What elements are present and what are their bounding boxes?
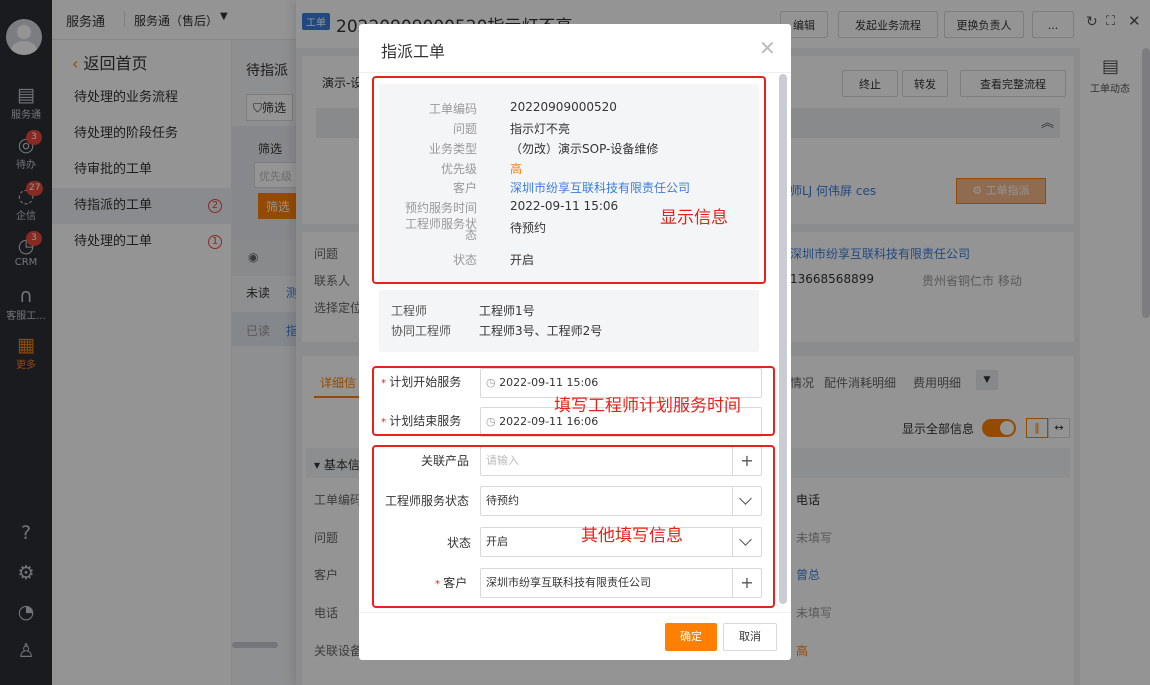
scrollbar[interactable]	[779, 74, 787, 604]
engineer-card: 工程师 工程师1号 协同工程师 工程师3号、工程师2号	[379, 290, 759, 352]
co-engineer-value: 工程师3号、工程师2号	[479, 324, 603, 338]
close-icon[interactable]: ✕	[759, 38, 776, 58]
dialog-title: 指派工单	[381, 42, 446, 61]
confirm-button[interactable]: 确定	[665, 623, 717, 651]
annotation-other: 其他填写信息	[581, 526, 683, 546]
divider	[359, 72, 791, 73]
annotation-time: 填写工程师计划服务时间	[554, 396, 741, 416]
annotation-display: 显示信息	[660, 208, 728, 228]
co-engineer-label: 协同工程师	[391, 324, 452, 338]
engineer-value: 工程师1号	[479, 304, 535, 318]
cancel-button[interactable]: 取消	[723, 623, 777, 651]
annotation-box-other	[372, 445, 775, 608]
annotation-box-display	[372, 76, 766, 284]
divider	[359, 612, 791, 613]
engineer-label: 工程师	[391, 304, 428, 318]
